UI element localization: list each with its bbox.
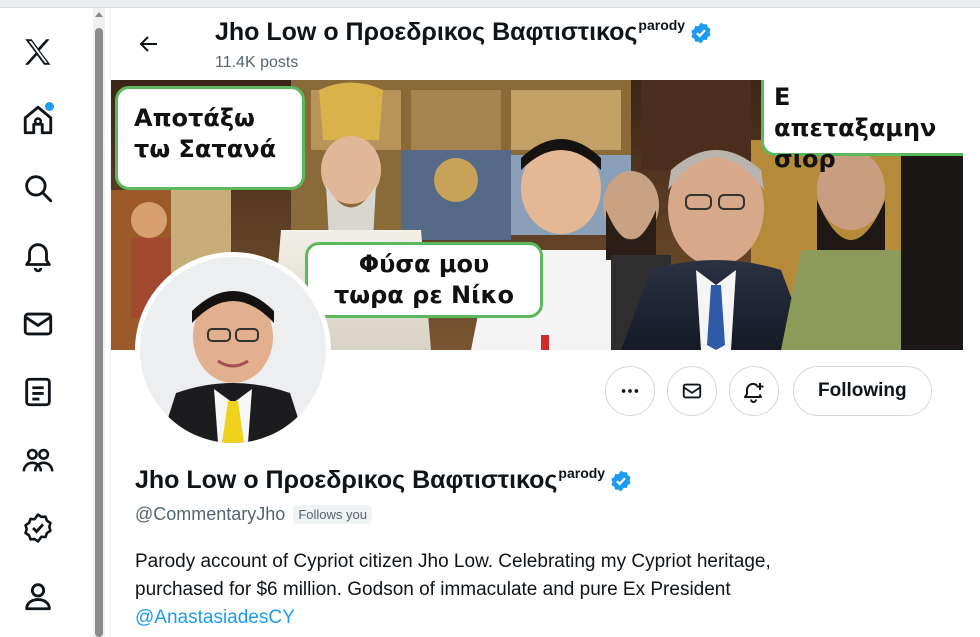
bubble-2-line-1: Φύσα μου [358,250,490,278]
left-nav [0,8,80,637]
profile-header-bar: Jho Low ο Προεδρικος Βαφτιστικος parody … [111,8,980,80]
header-title-text: Jho Low ο Προεδρικος Βαφτιστικος [215,18,638,46]
x-logo-icon[interactable] [14,28,62,76]
nav-notifications[interactable] [14,232,62,280]
more-button[interactable] [605,366,655,416]
profile-main-column: Jho Low ο Προεδρικος Βαφτιστικος parody … [110,8,980,637]
bubble-3-line-1: Ε απεταξαμην [774,83,937,143]
bio-line-2: purchased for $6 million. Godson of imma… [135,579,731,600]
scroll-up-arrow-icon[interactable] [95,12,103,17]
profile-icon [25,583,51,611]
nav-home[interactable] [14,96,62,144]
profile-name: Jho Low ο Προεδρικος Βαφτιστικος parody [135,465,633,495]
verified-badge-icon[interactable] [609,469,633,493]
speech-bubble-2: Φύσα μου τωρα ρε Νίκο [305,242,543,318]
speech-bubble-3: Ε απεταξαμην σιορ [761,80,963,173]
nav-verified[interactable] [14,504,62,552]
nav-search[interactable] [14,164,62,212]
communities-icon [22,448,54,472]
scrollbar-thumb[interactable] [95,28,103,637]
verified-icon [24,513,52,543]
bubble-3-line-2: σιορ [774,145,836,174]
profile-name-text: Jho Low ο Προεδρικος Βαφτιστικος [135,466,558,494]
verified-badge-icon[interactable] [689,21,713,45]
header-title: Jho Low ο Προεδρικος Βαφτιστικος parody [215,17,713,47]
scrollbar[interactable] [93,8,105,637]
message-button[interactable] [667,366,717,416]
avatar-photo [140,257,326,443]
nav-profile[interactable] [14,572,62,620]
profile-actions: Following [605,366,932,416]
following-button[interactable]: Following [793,366,932,416]
profile-avatar[interactable] [135,252,331,448]
bubble-1-line-2: τω Σατανά [134,135,277,164]
bubble-1-line-1: Αποτάξω [134,104,255,132]
mail-icon [682,383,702,399]
notify-button[interactable] [729,366,779,416]
avatar-image [140,257,326,443]
parody-label: parody [558,465,606,481]
parody-label: parody [638,17,686,33]
bell-icon [25,243,51,273]
profile-bio: Parody account of Cypriot citizen Jho Lo… [135,548,955,632]
notification-dot [45,102,54,111]
mail-icon [23,312,53,336]
back-button[interactable] [133,28,165,60]
nav-messages[interactable] [14,300,62,348]
handle-row: @CommentaryJho Follows you [135,504,372,525]
list-icon [25,377,51,407]
speech-bubble-1: Αποτάξω τω Σατανά [115,86,305,190]
nav-lists[interactable] [14,368,62,416]
profile-handle: @CommentaryJho [135,504,286,524]
bubble-2-line-2: τωρα ρε Νίκο [333,281,515,310]
search-icon [25,175,53,203]
bell-plus-icon [744,382,764,403]
more-icon [621,389,639,393]
bio-line-1: Parody account of Cypriot citizen Jho Lo… [135,551,771,572]
post-count: 11.4K posts [215,54,299,71]
window-top-strip [0,0,980,8]
arrow-left-icon [139,36,157,52]
follows-you-badge: Follows you [293,505,372,524]
bio-mention-link[interactable]: @AnastasiadesCY [135,607,295,628]
nav-communities[interactable] [14,436,62,484]
